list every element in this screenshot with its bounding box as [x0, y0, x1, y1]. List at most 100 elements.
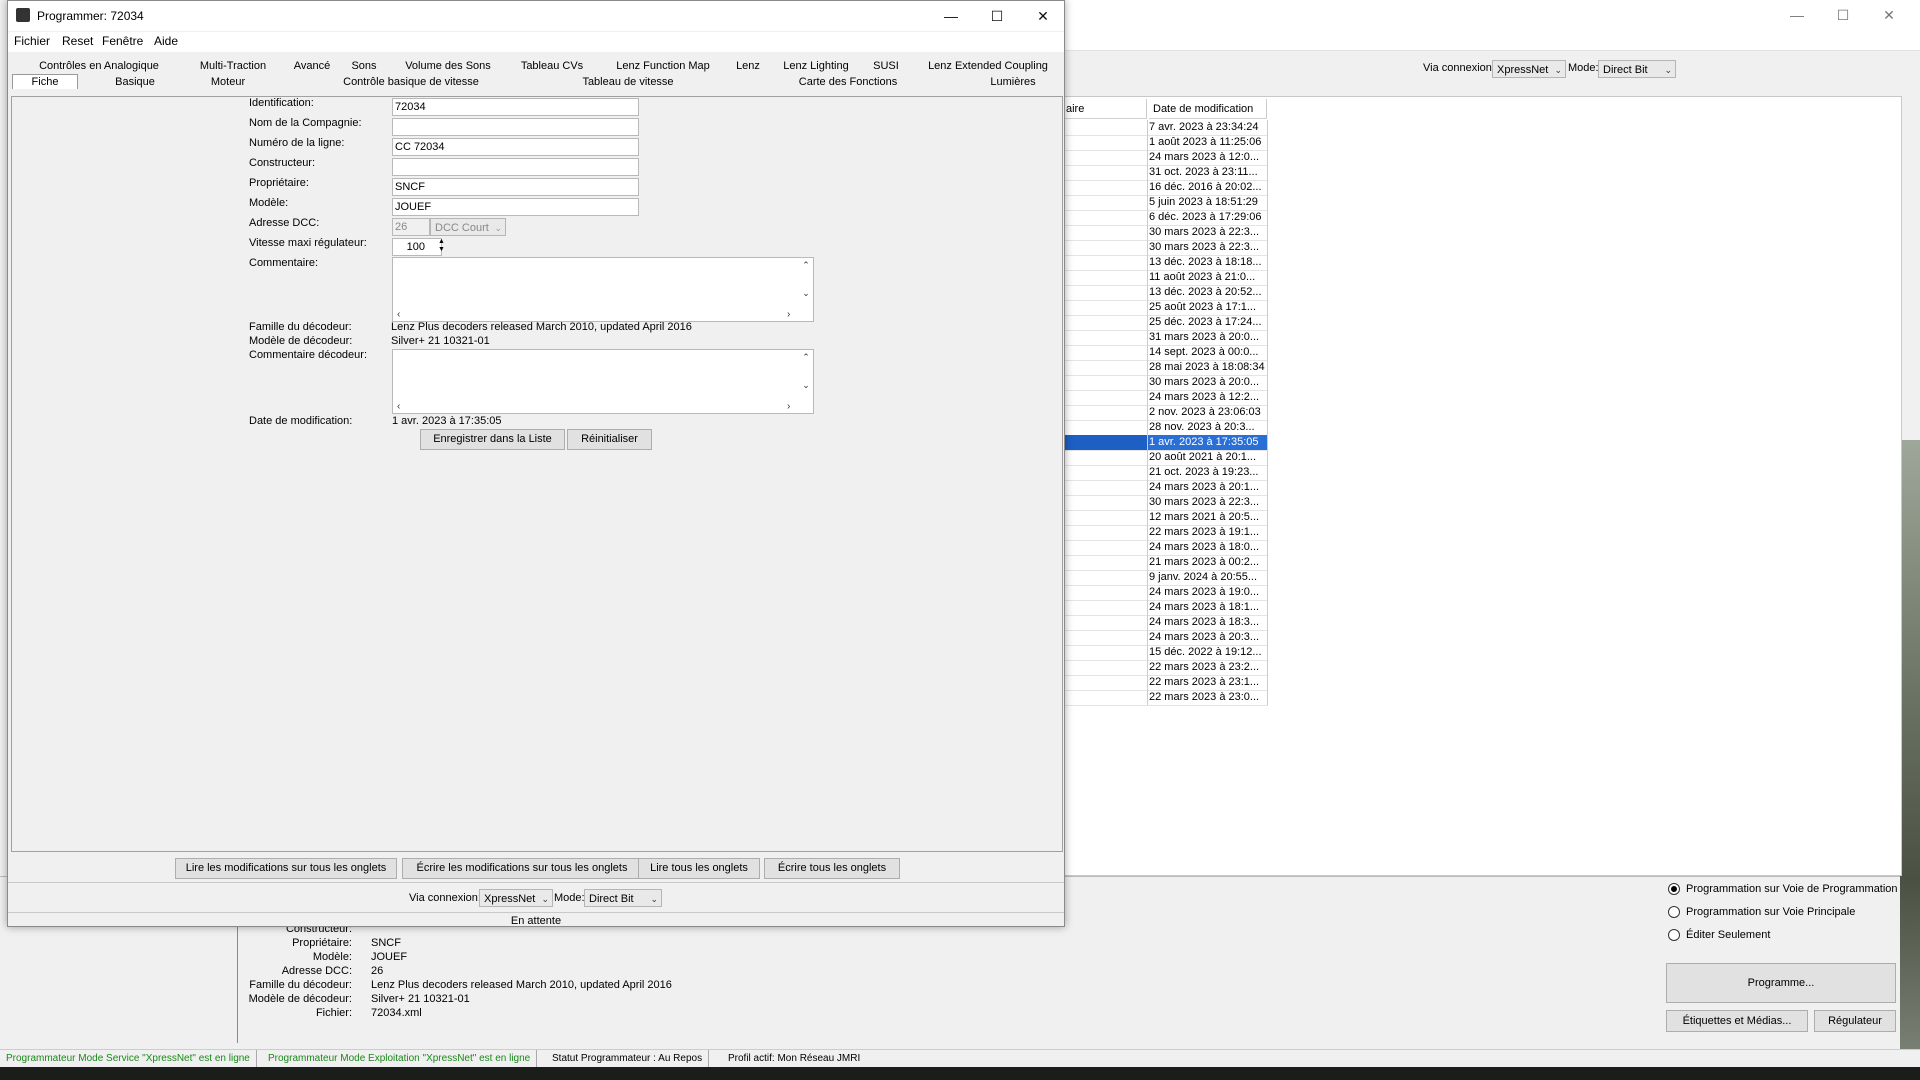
table-row[interactable]: 15 déc. 2022 à 19:12...	[1064, 645, 1268, 661]
table-row[interactable]: 14 sept. 2023 à 00:0...	[1064, 345, 1268, 361]
program-button[interactable]: Programme...	[1666, 963, 1896, 1003]
model-field[interactable]: JOUEF	[392, 198, 639, 216]
decoder-comment-textarea[interactable]: ⌃ ⌄ ‹ ›	[392, 349, 814, 414]
dialog-mode-select[interactable]: Direct Bit ⌄	[584, 889, 662, 907]
table-row[interactable]: 24 mars 2023 à 12:0...	[1064, 150, 1268, 166]
table-row[interactable]: 1 avr. 2023 à 17:35:05	[1064, 435, 1268, 451]
table-row[interactable]: 7 avr. 2023 à 23:34:24	[1064, 120, 1268, 136]
menu-help[interactable]: Aide	[154, 34, 178, 48]
table-row[interactable]: 24 mars 2023 à 12:2...	[1064, 390, 1268, 406]
table-row[interactable]: 21 mars 2023 à 00:2...	[1064, 555, 1268, 571]
table-row[interactable]: 16 déc. 2016 à 20:02...	[1064, 180, 1268, 196]
throttle-button[interactable]: Régulateur	[1814, 1010, 1896, 1032]
table-row[interactable]: 20 août 2021 à 20:1...	[1064, 450, 1268, 466]
table-row[interactable]: 5 juin 2023 à 18:51:29	[1064, 195, 1268, 211]
tab-lenz[interactable]: Lenz	[730, 59, 766, 74]
write-changes-all-tabs-button[interactable]: Écrire les modifications sur tous les on…	[402, 858, 642, 879]
table-row[interactable]: 28 nov. 2023 à 20:3...	[1064, 420, 1268, 436]
column-header-date[interactable]: Date de modification	[1149, 99, 1267, 119]
table-row[interactable]: 13 déc. 2023 à 18:18...	[1064, 255, 1268, 271]
table-row[interactable]: 22 mars 2023 à 23:0...	[1064, 690, 1268, 706]
close-icon[interactable]: ✕	[1020, 1, 1066, 31]
chevron-left-icon[interactable]: ‹	[397, 401, 400, 413]
radio-main-track[interactable]: Programmation sur Voie Principale	[1668, 903, 1855, 921]
dialog-connection-select[interactable]: XpressNet ⌄	[479, 889, 553, 907]
table-row[interactable]: 22 mars 2023 à 23:2...	[1064, 660, 1268, 676]
id-field[interactable]: 72034	[392, 98, 639, 116]
tab-sound-levels[interactable]: Volume des Sons	[392, 59, 504, 74]
table-row[interactable]: 31 oct. 2023 à 23:11...	[1064, 165, 1268, 181]
table-row[interactable]: 6 déc. 2023 à 17:29:06	[1064, 210, 1268, 226]
tab-analog-controls[interactable]: Contrôles en Analogique	[28, 59, 170, 74]
reset-button[interactable]: Réinitialiser	[567, 429, 652, 450]
table-row[interactable]: 30 mars 2023 à 22:3...	[1064, 225, 1268, 241]
chevron-right-icon[interactable]: ›	[787, 401, 790, 413]
tab-basic[interactable]: Basique	[92, 75, 178, 90]
table-row[interactable]: 2 nov. 2023 à 23:06:03	[1064, 405, 1268, 421]
labels-media-button[interactable]: Étiquettes et Médias...	[1666, 1010, 1808, 1032]
table-row[interactable]: 11 août 2023 à 21:0...	[1064, 270, 1268, 286]
table-row[interactable]: 13 déc. 2023 à 20:52...	[1064, 285, 1268, 301]
read-changes-all-tabs-button[interactable]: Lire les modifications sur tous les ongl…	[175, 858, 397, 879]
table-row[interactable]: 24 mars 2023 à 18:0...	[1064, 540, 1268, 556]
menu-file[interactable]: Fichier	[14, 34, 50, 48]
table-row[interactable]: 1 août 2023 à 11:25:06	[1064, 135, 1268, 151]
table-row[interactable]: 30 mars 2023 à 22:3...	[1064, 240, 1268, 256]
tab-lenz-function-map[interactable]: Lenz Function Map	[602, 59, 724, 74]
table-row[interactable]: 12 mars 2021 à 20:5...	[1064, 510, 1268, 526]
connection-select[interactable]: XpressNet ⌄	[1492, 60, 1566, 78]
table-row[interactable]: 24 mars 2023 à 20:1...	[1064, 480, 1268, 496]
tab-roster-entry[interactable]: Fiche	[12, 74, 78, 89]
column-header-comment[interactable]: aire	[1064, 99, 1147, 119]
table-row[interactable]: 25 août 2023 à 17:1...	[1064, 300, 1268, 316]
table-row[interactable]: 31 mars 2023 à 20:0...	[1064, 330, 1268, 346]
save-to-roster-button[interactable]: Enregistrer dans la Liste	[420, 429, 565, 450]
tab-lenz-extended-coupling[interactable]: Lenz Extended Coupling	[918, 59, 1058, 74]
table-row[interactable]: 24 mars 2023 à 19:0...	[1064, 585, 1268, 601]
tab-susi[interactable]: SUSI	[866, 59, 906, 74]
mode-select[interactable]: Direct Bit ⌄	[1598, 60, 1676, 78]
dcc-address-type-select[interactable]: DCC Court ⌄	[430, 218, 506, 236]
table-row[interactable]: 22 mars 2023 à 19:1...	[1064, 525, 1268, 541]
max-speed-spinner[interactable]: 100 %	[392, 238, 442, 269]
chevron-up-icon[interactable]: ⌃	[799, 352, 813, 363]
table-row[interactable]: 9 janv. 2024 à 20:55...	[1064, 570, 1268, 586]
table-row[interactable]: 24 mars 2023 à 18:1...	[1064, 600, 1268, 616]
comment-textarea[interactable]: ⌃ ⌄ ‹ ›	[392, 257, 814, 322]
table-row[interactable]: 30 mars 2023 à 20:0...	[1064, 375, 1268, 391]
dcc-address-field[interactable]: 26	[392, 218, 430, 236]
chevron-right-icon[interactable]: ›	[787, 309, 790, 321]
write-all-tabs-button[interactable]: Écrire tous les onglets	[764, 858, 900, 879]
read-all-tabs-button[interactable]: Lire tous les onglets	[638, 858, 760, 879]
tab-motor[interactable]: Moteur	[190, 75, 266, 90]
radio-edit-only[interactable]: Éditer Seulement	[1668, 926, 1770, 944]
menu-reset[interactable]: Reset	[62, 34, 93, 48]
manufacturer-field[interactable]	[392, 158, 639, 176]
chevron-down-icon[interactable]: ⌄	[799, 288, 813, 299]
minimize-icon[interactable]: —	[928, 1, 974, 31]
tab-lights[interactable]: Lumières	[968, 75, 1058, 90]
table-row[interactable]: 21 oct. 2023 à 19:23...	[1064, 465, 1268, 481]
maximize-icon[interactable]: ☐	[1820, 0, 1866, 30]
company-field[interactable]	[392, 118, 639, 136]
chevron-up-icon[interactable]: ⌃	[799, 260, 813, 271]
tab-consist[interactable]: Multi-Traction	[188, 59, 278, 74]
tab-function-map[interactable]: Carte des Fonctions	[768, 75, 928, 90]
table-row[interactable]: 24 mars 2023 à 18:3...	[1064, 615, 1268, 631]
tab-speed-table[interactable]: Tableau de vitesse	[548, 75, 708, 90]
tab-advanced[interactable]: Avancé	[286, 59, 338, 74]
table-row[interactable]: 28 mai 2023 à 18:08:34	[1064, 360, 1268, 376]
close-icon[interactable]: ✕	[1866, 0, 1912, 30]
tab-sounds[interactable]: Sons	[346, 59, 382, 74]
table-row[interactable]: 24 mars 2023 à 20:3...	[1064, 630, 1268, 646]
road-number-field[interactable]: CC 72034	[392, 138, 639, 156]
menu-window[interactable]: Fenêtre	[102, 34, 143, 48]
tab-lenz-lighting[interactable]: Lenz Lighting	[776, 59, 856, 74]
chevron-down-icon[interactable]: ⌄	[799, 380, 813, 391]
tab-basic-speed-control[interactable]: Contrôle basique de vitesse	[308, 75, 514, 90]
table-row[interactable]: 22 mars 2023 à 23:1...	[1064, 675, 1268, 691]
owner-field[interactable]: SNCF	[392, 178, 639, 196]
maximize-icon[interactable]: ☐	[974, 1, 1020, 31]
table-row[interactable]: 30 mars 2023 à 22:3...	[1064, 495, 1268, 511]
tab-cv-table[interactable]: Tableau CVs	[512, 59, 592, 74]
